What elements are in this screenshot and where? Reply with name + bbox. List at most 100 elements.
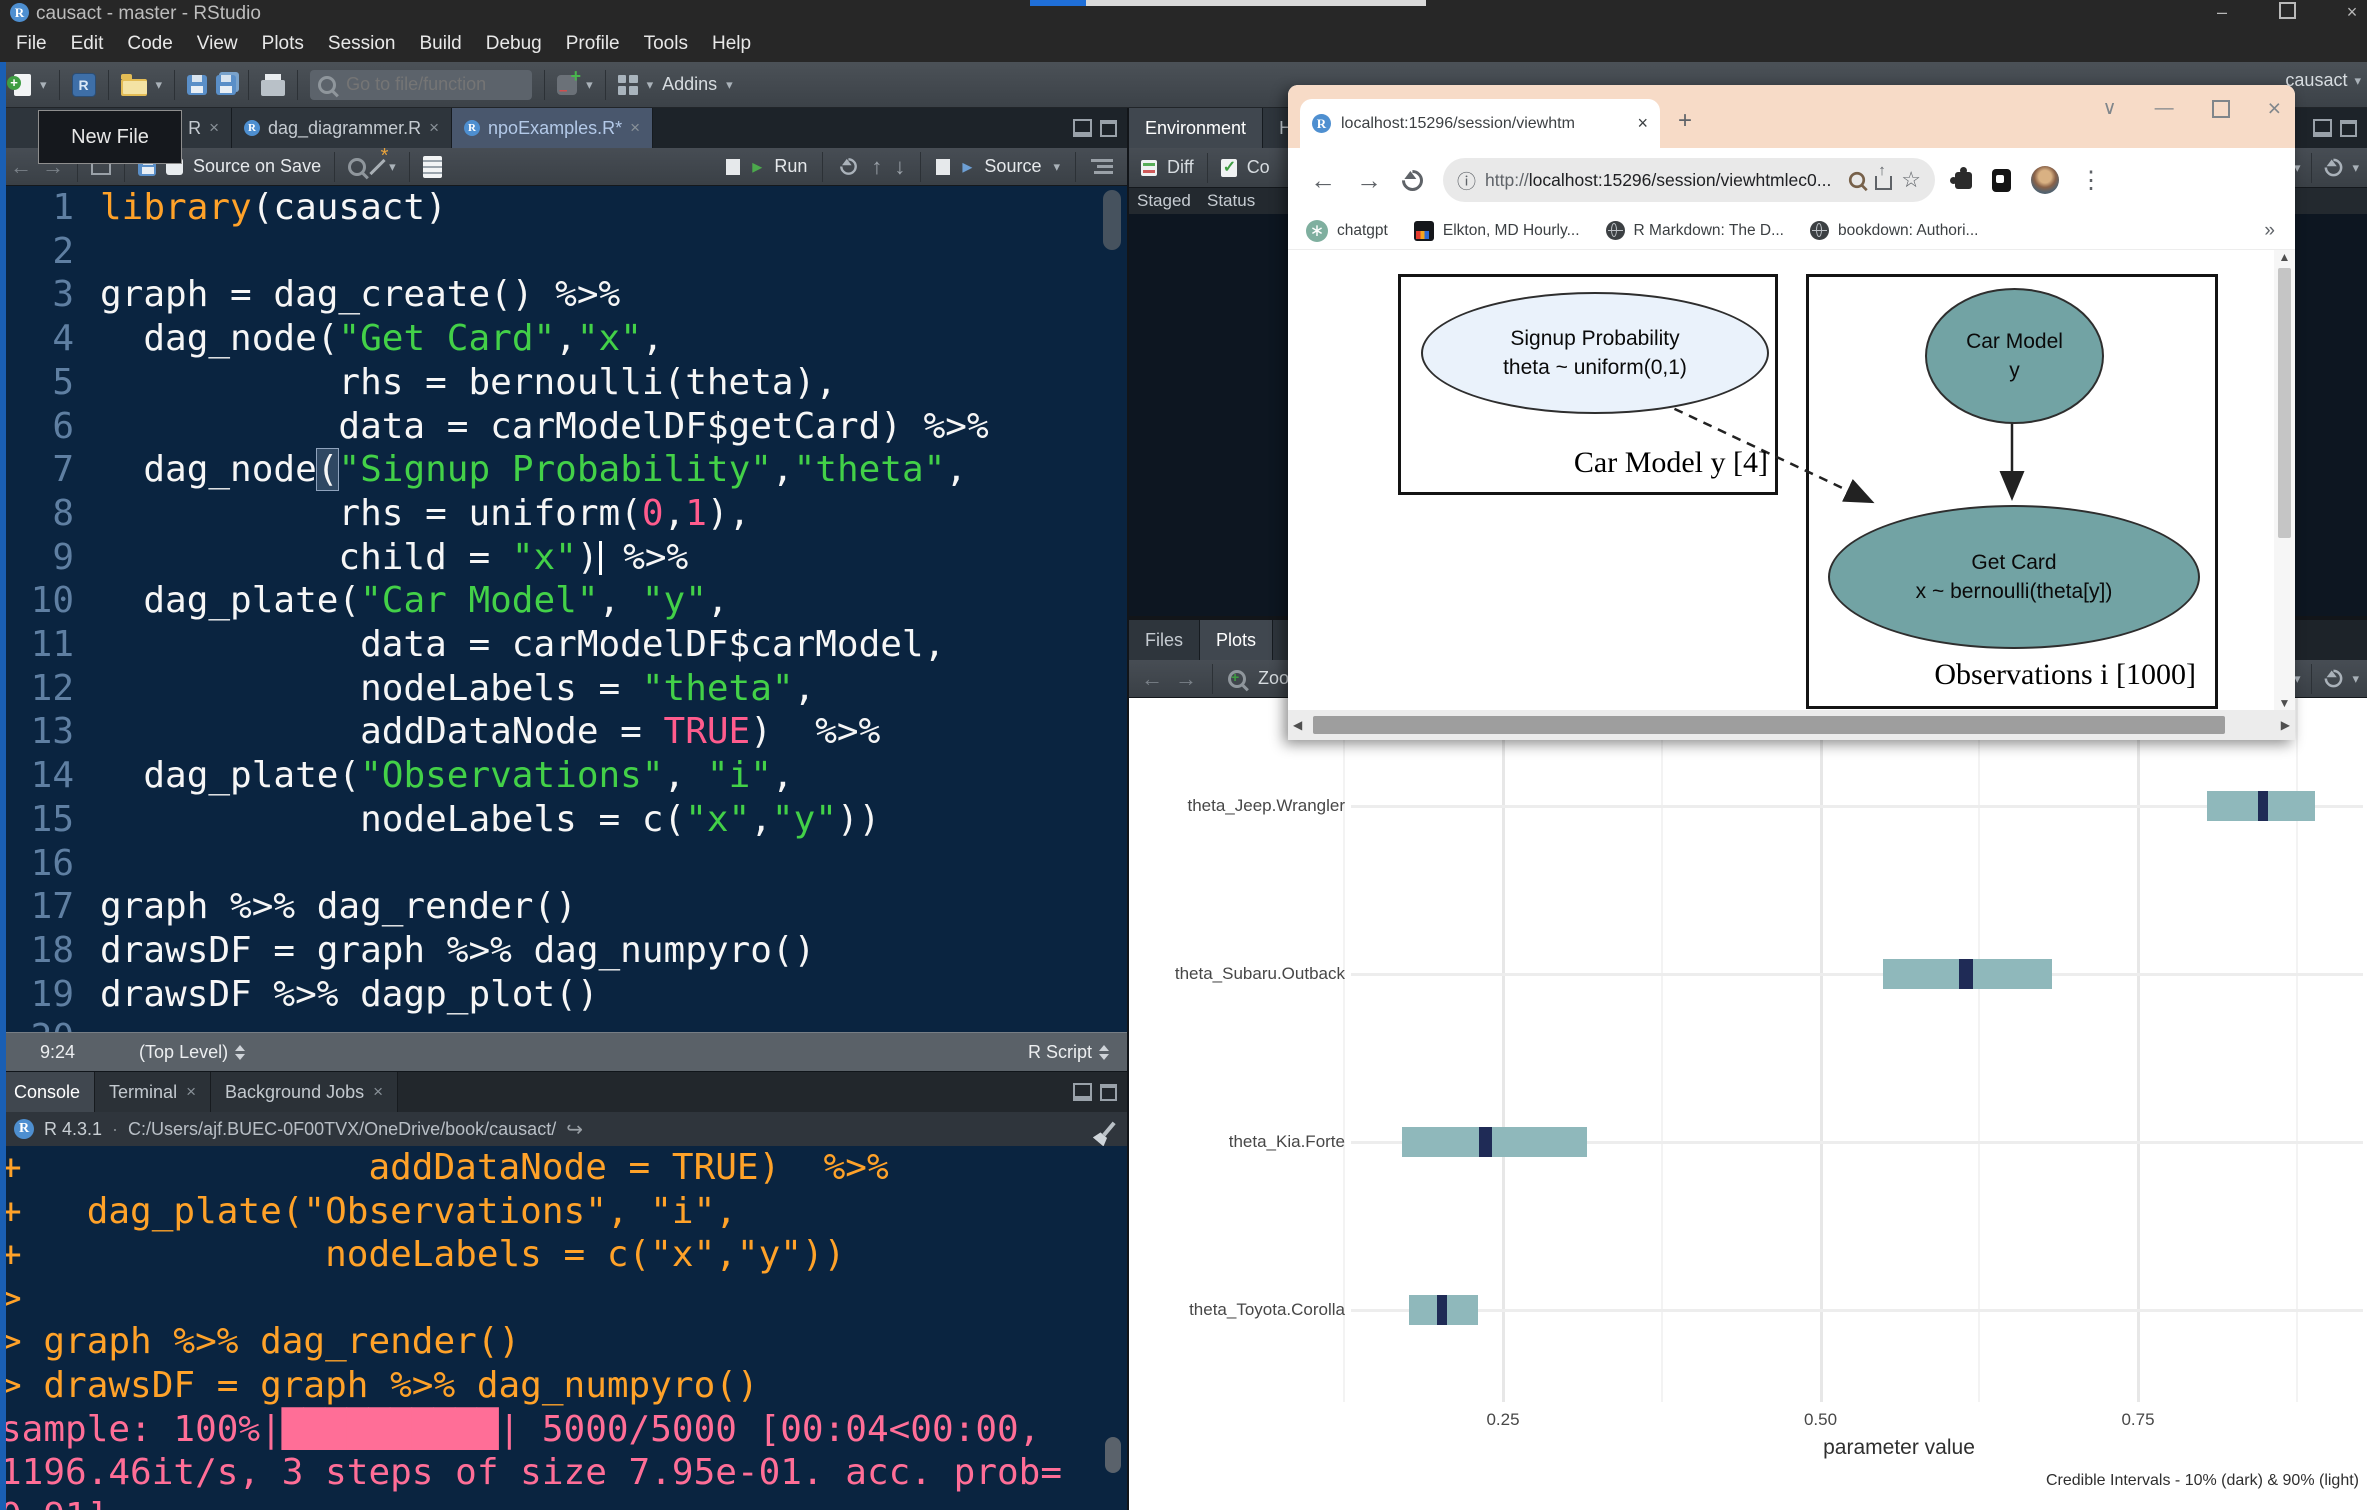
refresh-dropdown[interactable]: ▾	[2352, 160, 2359, 176]
find-icon[interactable]	[348, 158, 366, 176]
console-tab-terminal[interactable]: Terminal×	[95, 1072, 211, 1112]
zoom-out-icon[interactable]	[1849, 172, 1865, 188]
window-maximize-button[interactable]	[2272, 2, 2302, 24]
run-next-icon[interactable]: ↓	[894, 154, 905, 180]
open-file-icon[interactable]	[121, 79, 147, 96]
address-bar[interactable]: ⓘ http://localhost:15296/session/viewhtm…	[1443, 158, 1935, 202]
panes-dropdown[interactable]: ▾	[647, 77, 654, 93]
tab-close-icon[interactable]: ×	[429, 118, 439, 138]
document-outline-icon[interactable]	[1091, 159, 1113, 174]
project-selector[interactable]: causact ▾	[2285, 70, 2361, 91]
browser-menu-chevron-icon[interactable]: ∨	[2103, 97, 2117, 120]
pane-maximize-icon[interactable]	[1100, 1084, 1117, 1101]
goto-file-input[interactable]	[344, 73, 518, 96]
commit-button[interactable]: Co	[1247, 157, 1270, 178]
tab-close-icon[interactable]: ×	[186, 1082, 196, 1102]
console-pane-controls[interactable]	[1073, 1083, 1117, 1101]
commit-icon[interactable]	[1221, 159, 1237, 177]
run-previous-icon[interactable]: ↑	[871, 154, 882, 180]
save-icon[interactable]	[187, 75, 207, 95]
scope-selector[interactable]: (Top Level)	[139, 1042, 245, 1063]
browser-maximize-button[interactable]	[2212, 100, 2230, 118]
open-file-dropdown[interactable]: ▾	[156, 77, 163, 93]
addins-dropdown[interactable]: ▾	[726, 77, 733, 93]
browser-minimize-button[interactable]: —	[2155, 98, 2174, 120]
clear-console-icon[interactable]	[1102, 1122, 1115, 1137]
menu-profile[interactable]: Profile	[558, 33, 636, 55]
addins-button[interactable]: Addins	[662, 74, 717, 95]
new-project-icon[interactable]: R	[72, 73, 96, 97]
bookmark-star-icon[interactable]: ☆	[1901, 167, 1921, 193]
hscroll-thumb[interactable]	[1313, 716, 2225, 734]
goto-file-search[interactable]	[310, 70, 532, 100]
editor-tab-dag-diagrammer[interactable]: R dag_diagrammer.R ×	[232, 108, 452, 148]
version-control-icon[interactable]	[557, 75, 577, 95]
rerun-icon[interactable]	[837, 155, 861, 179]
tab-plots[interactable]: Plots	[1200, 620, 1273, 660]
console-tab-background-jobs[interactable]: Background Jobs×	[211, 1072, 398, 1112]
scroll-up-icon[interactable]: ▲	[2279, 250, 2291, 264]
editor-pane-controls[interactable]	[1073, 108, 1117, 148]
extensions-icon[interactable]	[1955, 172, 1972, 189]
tab-environment[interactable]: Environment	[1129, 108, 1263, 148]
browser-kebab-menu-icon[interactable]: ⋮	[2079, 166, 2103, 195]
share-icon[interactable]	[1875, 176, 1892, 190]
save-all-icon[interactable]	[216, 75, 236, 95]
window-close-button[interactable]: ×	[2337, 2, 2367, 23]
pane-maximize-icon[interactable]	[2340, 120, 2357, 137]
bookmark-4[interactable]: bookdown: Authori...	[1810, 221, 1978, 240]
menu-file[interactable]: File	[8, 33, 63, 55]
site-info-icon[interactable]: ⓘ	[1457, 167, 1476, 194]
zoom-label[interactable]: Zoo	[1258, 668, 1289, 689]
browser-forward-icon[interactable]: →	[1356, 165, 1382, 196]
new-tab-button[interactable]: +	[1678, 107, 1692, 135]
extension-dark-icon[interactable]	[1992, 169, 2011, 192]
browser-horizontal-scrollbar[interactable]: ◀ ▶	[1288, 710, 2295, 740]
code-tools-icon[interactable]	[369, 158, 385, 174]
refresh-plot-dropdown[interactable]: ▾	[2352, 671, 2359, 687]
window-minimize-button[interactable]: –	[2207, 2, 2237, 23]
diff-icon[interactable]	[1141, 160, 1157, 176]
scroll-left-icon[interactable]: ◀	[1293, 718, 1302, 732]
source-dropdown[interactable]: ▾	[1053, 159, 1060, 175]
filetype-selector[interactable]: R Script	[1028, 1042, 1109, 1063]
bookmark-2[interactable]: Elkton, MD Hourly...	[1414, 221, 1580, 241]
menu-plots[interactable]: Plots	[254, 33, 320, 55]
console-tab-console[interactable]: Console	[0, 1072, 95, 1112]
new-file-dropdown[interactable]: ▾	[40, 77, 47, 93]
scroll-down-icon[interactable]: ▼	[2279, 696, 2291, 710]
pane-minimize-icon[interactable]	[1073, 119, 1092, 137]
browser-back-icon[interactable]: ←	[1310, 165, 1336, 196]
browser-close-button[interactable]: ×	[2268, 95, 2281, 122]
menu-view[interactable]: View	[189, 33, 254, 55]
tab-close-icon[interactable]: ×	[630, 118, 640, 138]
previous-plot-icon[interactable]: ←	[1141, 666, 1163, 692]
scroll-right-icon[interactable]: ▶	[2281, 718, 2290, 732]
menu-code[interactable]: Code	[119, 33, 188, 55]
menu-debug[interactable]: Debug	[478, 33, 558, 55]
editor-scrollbar-thumb[interactable]	[1103, 190, 1121, 250]
pane-minimize-icon[interactable]	[1073, 1083, 1092, 1101]
code-editor[interactable]: 1library(causact)23graph = dag_create() …	[0, 186, 1127, 1032]
version-control-dropdown[interactable]: ▾	[586, 77, 593, 93]
menu-build[interactable]: Build	[412, 33, 478, 55]
console-output[interactable]: + addDataNode = TRUE) %>%+ dag_plate("Ob…	[0, 1146, 1127, 1510]
workspace-panes-icon[interactable]	[618, 75, 638, 95]
bookmark-1[interactable]: ∗chatgpt	[1306, 220, 1388, 242]
print-icon[interactable]	[261, 80, 285, 96]
menu-edit[interactable]: Edit	[63, 33, 120, 55]
menu-help[interactable]: Help	[704, 33, 767, 55]
source-button[interactable]: Source	[984, 156, 1041, 177]
menu-session[interactable]: Session	[320, 33, 412, 55]
env-pane-controls[interactable]	[2313, 119, 2357, 137]
browser-vertical-scrollbar[interactable]: ▲ ▼	[2274, 250, 2295, 710]
tab-close-icon[interactable]: ×	[209, 118, 219, 138]
zoom-plot-icon[interactable]	[1228, 670, 1246, 688]
compile-report-icon[interactable]	[423, 156, 442, 178]
tab-files[interactable]: Files	[1129, 620, 1200, 660]
refresh-icon[interactable]	[2321, 155, 2346, 180]
back-icon[interactable]: ←	[10, 154, 32, 180]
pane-maximize-icon[interactable]	[1100, 120, 1117, 137]
tab-close-icon[interactable]: ×	[1637, 113, 1648, 134]
editor-tab-npoexamples[interactable]: R npoExamples.R* ×	[452, 108, 653, 148]
